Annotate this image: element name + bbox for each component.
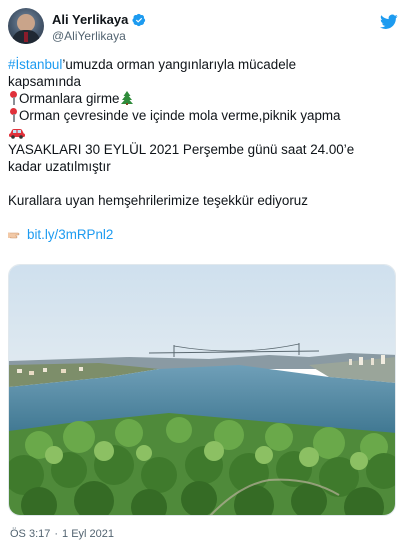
rule-item-1: Ormanlara girme [8,90,404,107]
link-line: bit.ly/3mRPnl2 [8,226,404,243]
tweet-timestamp[interactable]: ÖS 3:17 · 1 Eyl 2021 [8,528,116,540]
thanks-text: Kurallara uyan hemşehrilerimize teşekkür… [8,193,308,208]
timestamp-separator: · [54,528,59,540]
author-name-row[interactable]: Ali Yerlikaya [52,12,146,27]
text-line-2: kapsamında [8,74,81,89]
author-name[interactable]: Ali Yerlikaya [52,12,128,27]
text-line-1-rest: ’umuzda orman yangınlarıyla mücadele [62,57,297,72]
verified-badge-icon [132,13,146,26]
evergreen-tree-icon [121,91,134,105]
text-line-1: #İstanbul’umuzda orman yangınlarıyla müc… [8,56,404,73]
tweet-date[interactable]: 1 Eyl 2021 [62,528,114,540]
pointing-hand-icon [8,232,20,239]
rule-item-2: Orman çevresinde ve içinde mola verme,pi… [8,107,404,124]
notice-line-1: YASAKLARI 30 EYLÜL 2021 Perşembe günü sa… [8,142,355,157]
rule-2-text: Orman çevresinde ve içinde mola verme,pi… [19,108,341,123]
author-handle[interactable]: @AliYerlikaya [52,29,126,43]
car-icon [9,129,25,139]
tweet-photo[interactable] [8,264,396,516]
avatar[interactable] [8,8,44,44]
tweet-time[interactable]: ÖS 3:17 [10,528,50,540]
short-link[interactable]: bit.ly/3mRPnl2 [27,227,113,242]
twitter-bird-icon[interactable] [380,14,398,30]
tweet-header: Ali Yerlikaya @AliYerlikaya [8,8,402,48]
tweet-text: #İstanbul’umuzda orman yangınlarıyla müc… [8,56,404,243]
round-pushpin-icon [8,91,18,105]
bosphorus-landscape-photo [9,265,395,515]
rule-1-text: Ormanlara girme [19,91,120,106]
notice-line-2: kadar uzatılmıştır [8,159,111,174]
tweet-card: Ali Yerlikaya @AliYerlikaya #İstanbul’um… [0,0,410,550]
hashtag-istanbul[interactable]: #İstanbul [8,57,62,72]
round-pushpin-icon [8,108,18,122]
